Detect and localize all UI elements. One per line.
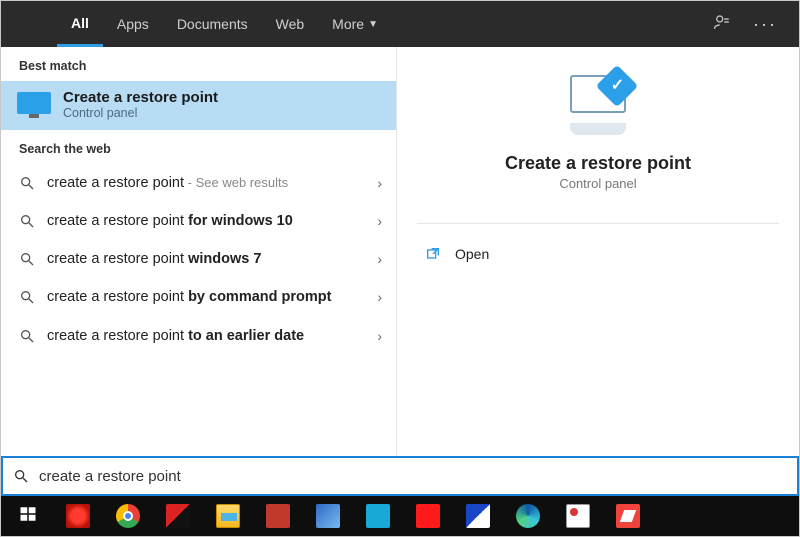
tab-more[interactable]: More ▼	[318, 1, 392, 47]
tab-more-label: More	[332, 16, 364, 32]
web-result[interactable]: create a restore point windows 7 ›	[1, 240, 396, 278]
web-result-text: create a restore point by command prompt	[47, 288, 365, 306]
search-icon	[19, 289, 35, 305]
search-input[interactable]	[39, 468, 787, 485]
web-result[interactable]: create a restore point for windows 10 ›	[1, 202, 396, 240]
tab-web[interactable]: Web	[262, 1, 319, 47]
chevron-right-icon[interactable]: ›	[377, 289, 382, 305]
detail-title: Create a restore point	[505, 153, 691, 174]
taskbar-app-explorer[interactable]	[203, 496, 253, 536]
results-column: Best match Create a restore point Contro…	[1, 47, 397, 456]
web-results-list: create a restore point - See web results…	[1, 164, 396, 355]
best-match-label: Best match	[1, 47, 396, 81]
taskbar-app-chrome[interactable]	[103, 496, 153, 536]
best-match-title: Create a restore point	[63, 89, 218, 106]
web-result[interactable]: create a restore point to an earlier dat…	[1, 317, 396, 355]
scope-tabbar: All Apps Documents Web More ▼ ···	[1, 1, 799, 47]
taskbar-app-generic-2[interactable]	[353, 496, 403, 536]
detail-header: Create a restore point Control panel	[397, 47, 799, 213]
detail-column: Create a restore point Control panel Ope…	[397, 47, 799, 456]
taskbar-app-usb[interactable]	[153, 496, 203, 536]
search-icon	[13, 468, 29, 484]
tabbar-right: ···	[713, 1, 799, 47]
main-area: Best match Create a restore point Contro…	[1, 47, 799, 456]
search-bar[interactable]	[1, 456, 799, 496]
divider	[417, 223, 779, 224]
web-result-text: create a restore point for windows 10	[47, 212, 365, 230]
taskbar-app-snip[interactable]	[553, 496, 603, 536]
web-result[interactable]: create a restore point by command prompt…	[1, 278, 396, 316]
taskbar-app-huawei[interactable]	[53, 496, 103, 536]
open-action[interactable]: Open	[397, 234, 799, 274]
taskbar-app-generic-3[interactable]	[403, 496, 453, 536]
restore-point-icon	[17, 92, 51, 118]
search-icon	[19, 328, 35, 344]
start-button[interactable]	[3, 496, 53, 536]
restore-point-large-icon	[558, 75, 638, 135]
taskbar-app-generic-4[interactable]	[453, 496, 503, 536]
search-icon	[19, 175, 35, 191]
anydesk-icon	[615, 503, 641, 529]
file-explorer-icon	[215, 503, 241, 529]
chevron-right-icon[interactable]: ›	[377, 175, 382, 191]
detail-subtitle: Control panel	[559, 176, 636, 191]
best-match-text: Create a restore point Control panel	[63, 89, 218, 120]
chevron-right-icon[interactable]: ›	[377, 328, 382, 344]
usb-icon	[165, 503, 191, 529]
app-icon	[465, 503, 491, 529]
chevron-down-icon: ▼	[368, 19, 378, 30]
edge-icon	[515, 503, 541, 529]
pdf-icon	[265, 503, 291, 529]
open-label: Open	[455, 246, 489, 262]
web-result[interactable]: create a restore point - See web results…	[1, 164, 396, 202]
search-icon	[19, 213, 35, 229]
search-window: All Apps Documents Web More ▼ ··· Best m…	[0, 0, 800, 537]
tab-documents[interactable]: Documents	[163, 1, 262, 47]
web-result-text: create a restore point to an earlier dat…	[47, 327, 365, 345]
app-icon	[315, 503, 341, 529]
app-icon	[415, 503, 441, 529]
taskbar	[1, 496, 799, 536]
windows-icon	[19, 505, 37, 528]
best-match-subtitle: Control panel	[63, 106, 218, 120]
tab-all[interactable]: All	[57, 1, 103, 47]
overflow-icon[interactable]: ···	[753, 14, 777, 35]
tabbar-spacer	[1, 1, 57, 47]
chevron-right-icon[interactable]: ›	[377, 213, 382, 229]
tab-apps[interactable]: Apps	[103, 1, 163, 47]
web-result-text: create a restore point - See web results	[47, 174, 365, 192]
search-icon	[19, 251, 35, 267]
web-result-text: create a restore point windows 7	[47, 250, 365, 268]
snip-icon	[565, 503, 591, 529]
best-match-item[interactable]: Create a restore point Control panel	[1, 81, 396, 130]
taskbar-app-anydesk[interactable]	[603, 496, 653, 536]
feedback-icon[interactable]	[713, 13, 731, 36]
taskbar-app-generic-1[interactable]	[303, 496, 353, 536]
chrome-icon	[115, 503, 141, 529]
open-icon	[425, 246, 441, 262]
search-web-label: Search the web	[1, 130, 396, 164]
huawei-icon	[65, 503, 91, 529]
taskbar-app-edge[interactable]	[503, 496, 553, 536]
taskbar-app-pdf[interactable]	[253, 496, 303, 536]
chevron-right-icon[interactable]: ›	[377, 251, 382, 267]
app-icon	[365, 503, 391, 529]
